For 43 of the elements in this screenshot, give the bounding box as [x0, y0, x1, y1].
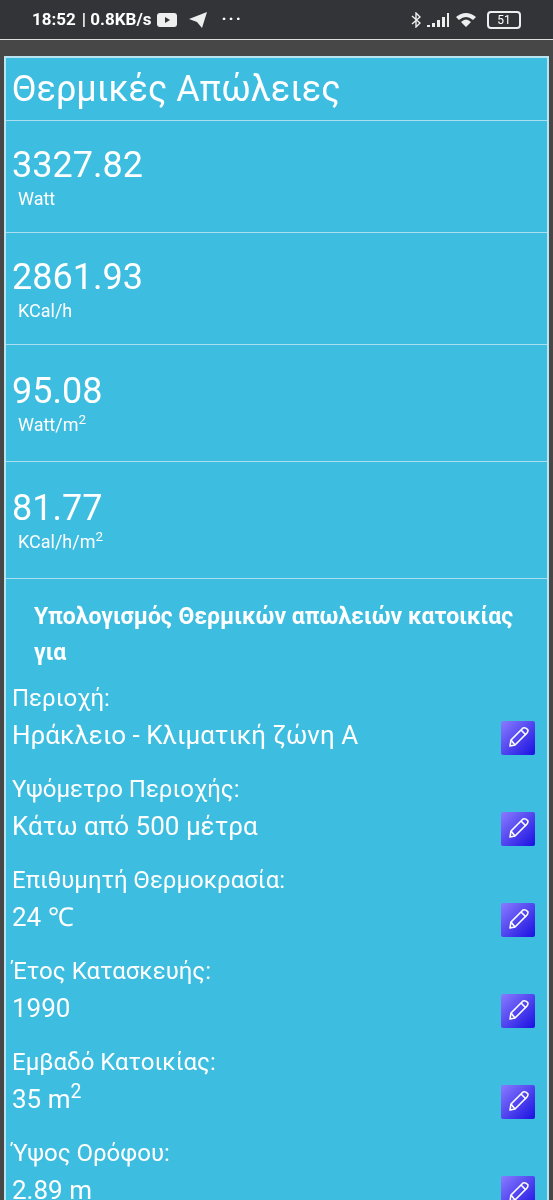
parameter-value: 35 m$^{2}$ [12, 1079, 82, 1116]
parameter-label: Υψόμετρο Περιοχής: [12, 774, 241, 805]
screen-title: Θερμικές Απώλειες [12, 71, 341, 107]
result-unit: KCal/h [18, 298, 74, 323]
result-value: 95.08 [12, 369, 104, 413]
result-unit: Watt [18, 186, 57, 211]
bluetooth-icon [411, 11, 421, 28]
parameter-label: Ύψος Ορόφου: [12, 1138, 171, 1169]
video-icon [157, 12, 178, 27]
pencil-icon [501, 812, 535, 846]
pencil-icon [501, 1176, 535, 1200]
pencil-icon [501, 903, 535, 937]
parameter-label: Επιθυμητή Θερμοκρασία: [12, 865, 287, 896]
result-value: 81.77 [12, 486, 104, 530]
edit-button[interactable] [501, 903, 535, 937]
signal-icon [427, 12, 449, 27]
edit-button[interactable] [501, 1085, 535, 1119]
edit-button[interactable] [501, 812, 535, 846]
battery-indicator: 51 [487, 10, 521, 29]
parameter-value: 2.89 m [12, 1174, 92, 1200]
network-speed: | 0.8KB/s [81, 7, 152, 31]
parameter-value: 24 ℃ [12, 901, 74, 934]
more-notifications: ··· [221, 7, 243, 31]
pencil-icon [501, 1085, 535, 1119]
edit-button[interactable] [501, 994, 535, 1028]
result-value: 3327.82 [12, 142, 144, 187]
parameter-label: Εμβαδό Κατοικίας: [12, 1047, 217, 1078]
edit-button[interactable] [501, 1176, 535, 1200]
result-unit: KCal/h/m$^{2}$ [18, 530, 105, 554]
parameter-value: Κάτω από 500 μέτρα [12, 810, 258, 843]
parameter-label: Περιοχή: [12, 683, 111, 714]
parameter-value: Ηράκλειο - Κλιματική ζώνη Α [12, 719, 359, 752]
pencil-icon [501, 721, 535, 755]
status-time: 18:52 [32, 7, 76, 31]
parameter-label: Έτος Κατασκευής: [12, 956, 213, 987]
wifi-icon [455, 11, 477, 28]
result-unit: Watt/m$^{2}$ [18, 413, 88, 437]
pencil-icon [501, 994, 535, 1028]
section-heading: Υπολογισμός Θερμικών απωλειών κατοικίας για [34, 602, 514, 668]
edit-button[interactable] [501, 721, 535, 755]
result-value: 2861.93 [12, 254, 144, 299]
parameter-value: 1990 [12, 992, 71, 1025]
paper-plane-icon [189, 11, 208, 28]
